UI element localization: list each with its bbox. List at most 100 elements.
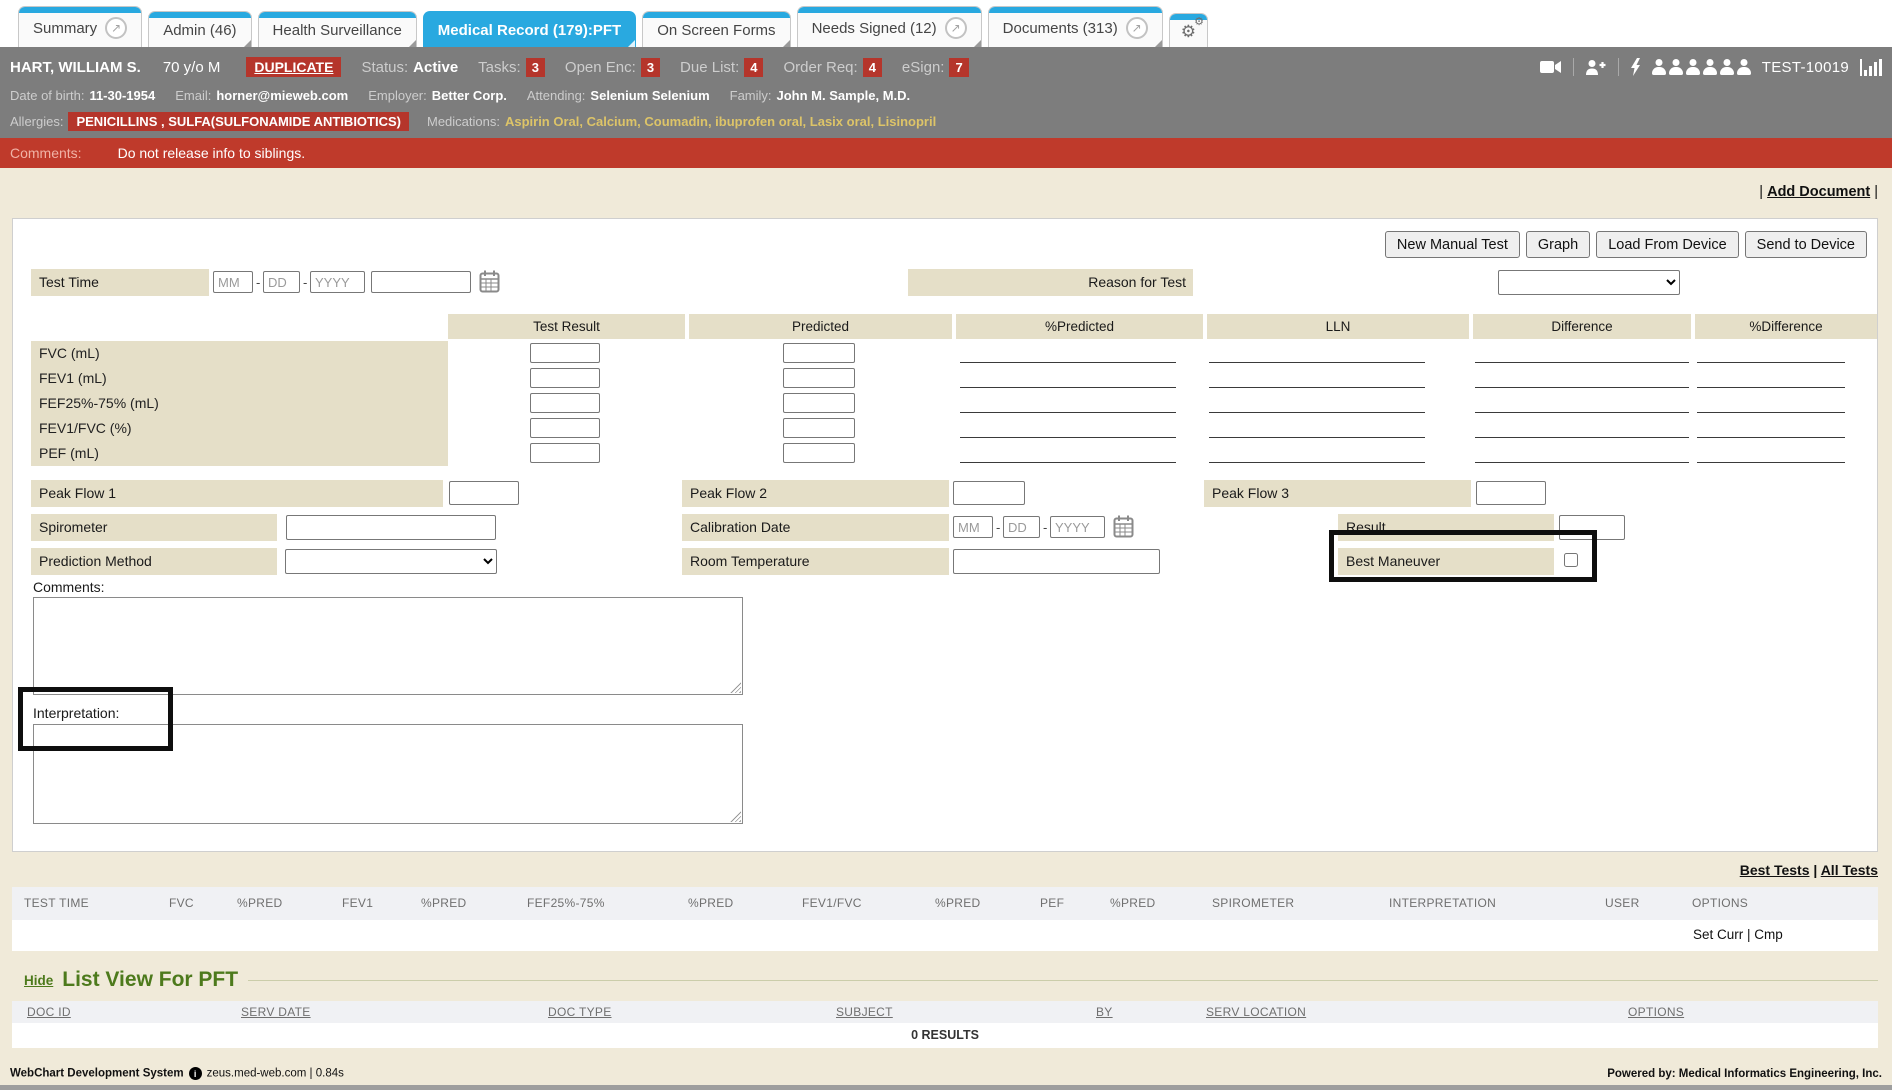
tab-admin[interactable]: Admin (46) bbox=[148, 11, 251, 47]
employer-value: Better Corp. bbox=[432, 88, 507, 103]
row-fvc: FVC (mL) bbox=[13, 341, 1877, 366]
by-header[interactable]: BY bbox=[1096, 1005, 1113, 1019]
tab-needs-signed[interactable]: Needs Signed (12) ↗ bbox=[797, 6, 982, 47]
tab-label: Medical Record (179):PFT bbox=[438, 22, 621, 39]
fev1-predicted-input[interactable] bbox=[783, 368, 855, 388]
calibration-month-input[interactable] bbox=[953, 516, 993, 538]
pef-test-result-input[interactable] bbox=[530, 443, 600, 463]
form-comments-textarea[interactable] bbox=[34, 598, 742, 694]
settings-tab[interactable]: ⚙⚙ bbox=[1169, 13, 1208, 47]
serv-date-header[interactable]: SERV DATE bbox=[241, 1005, 311, 1019]
medications-list[interactable]: Aspirin Oral, Calcium, Coumadin, ibuprof… bbox=[505, 114, 936, 129]
interpretation-textarea[interactable] bbox=[34, 725, 742, 823]
footer-host[interactable]: zeus.med-web.com bbox=[207, 1068, 307, 1080]
results-table-header: TEST TIME FVC %PRED FEV1 %PRED FEF25%-75… bbox=[12, 887, 1878, 920]
patient-header: HART, WILLIAM S. 70 y/o M DUPLICATE Stat… bbox=[0, 47, 1892, 138]
list-view-header: Hide List View For PFT bbox=[24, 968, 1878, 992]
esign-badge[interactable]: 7 bbox=[949, 58, 968, 77]
person-icon bbox=[1652, 59, 1666, 75]
peak-flow-2-input[interactable] bbox=[953, 481, 1025, 505]
send-to-device-button[interactable]: Send to Device bbox=[1745, 231, 1867, 258]
test-time-time-input[interactable] bbox=[371, 271, 471, 293]
family-label: Family: bbox=[730, 88, 772, 103]
form-comments-wrap bbox=[33, 597, 743, 695]
best-tests-link[interactable]: Best Tests bbox=[1740, 862, 1810, 878]
bar-chart-icon[interactable] bbox=[1860, 59, 1882, 76]
spirometer-input[interactable] bbox=[286, 515, 496, 540]
fvc-test-result-input[interactable] bbox=[530, 343, 600, 363]
value-line bbox=[1475, 387, 1689, 388]
tasks-badge[interactable]: 3 bbox=[526, 58, 545, 77]
info-icon[interactable]: i bbox=[189, 1067, 202, 1080]
order-req-badge[interactable]: 4 bbox=[863, 58, 882, 77]
fev1fvc-predicted-input[interactable] bbox=[783, 418, 855, 438]
prediction-method-select[interactable] bbox=[285, 549, 497, 574]
calibration-day-input[interactable] bbox=[1003, 516, 1040, 538]
load-from-device-button[interactable]: Load From Device bbox=[1596, 231, 1738, 258]
fev1-test-result-input[interactable] bbox=[530, 368, 600, 388]
duplicate-badge[interactable]: DUPLICATE bbox=[246, 57, 341, 77]
all-tests-link[interactable]: All Tests bbox=[1821, 862, 1878, 878]
external-link-icon[interactable]: ↗ bbox=[945, 17, 967, 39]
test-time-day-input[interactable] bbox=[263, 271, 300, 293]
peak-flow-2-label: Peak Flow 2 bbox=[682, 480, 949, 507]
subject-header[interactable]: SUBJECT bbox=[836, 1005, 893, 1019]
row-label: PEF (mL) bbox=[31, 441, 448, 466]
peak-flow-1-input[interactable] bbox=[449, 481, 519, 505]
new-manual-test-button[interactable]: New Manual Test bbox=[1385, 231, 1520, 258]
video-camera-icon[interactable] bbox=[1540, 60, 1562, 74]
col-header: %PRED bbox=[237, 896, 283, 910]
pef-predicted-input[interactable] bbox=[783, 443, 855, 463]
add-document-link[interactable]: Add Document bbox=[1767, 184, 1870, 200]
result-input[interactable] bbox=[1559, 515, 1625, 540]
col-header: FEF25%-75% bbox=[527, 896, 605, 910]
add-document-wrap: | Add Document | bbox=[1759, 184, 1878, 200]
external-link-icon[interactable]: ↗ bbox=[1126, 17, 1148, 39]
fev1fvc-test-result-input[interactable] bbox=[530, 418, 600, 438]
calibration-year-input[interactable] bbox=[1050, 516, 1105, 538]
best-maneuver-checkbox[interactable] bbox=[1564, 553, 1578, 567]
fvc-predicted-input[interactable] bbox=[783, 343, 855, 363]
room-temperature-input[interactable] bbox=[953, 549, 1160, 574]
peak-flow-3-input[interactable] bbox=[1476, 481, 1546, 505]
value-line bbox=[960, 412, 1176, 413]
patient-silhouettes-icon[interactable] bbox=[1652, 59, 1751, 75]
fef-predicted-input[interactable] bbox=[783, 393, 855, 413]
status-value: Active bbox=[413, 59, 458, 76]
reason-for-test-select[interactable] bbox=[1498, 270, 1680, 295]
employer-label: Employer: bbox=[368, 88, 427, 103]
interpretation-wrap bbox=[33, 724, 743, 824]
graph-button[interactable]: Graph bbox=[1526, 231, 1590, 258]
col-header: SPIROMETER bbox=[1212, 896, 1294, 910]
hide-link[interactable]: Hide bbox=[24, 973, 53, 988]
set-curr-cmp-links[interactable]: Set Curr | Cmp bbox=[1693, 927, 1783, 942]
main-content: | Add Document | New Manual Test Graph L… bbox=[0, 168, 1892, 1090]
calendar-icon[interactable] bbox=[479, 270, 500, 293]
row-label: FEF25%-75% (mL) bbox=[31, 391, 448, 416]
value-line bbox=[960, 437, 1176, 438]
footer-left: WebChart Development Systemizeus.med-web… bbox=[10, 1067, 344, 1080]
tab-medical-record[interactable]: Medical Record (179):PFT bbox=[423, 11, 636, 47]
external-link-icon[interactable]: ↗ bbox=[105, 17, 127, 39]
doc-id-header[interactable]: DOC ID bbox=[27, 1005, 71, 1019]
calendar-icon[interactable] bbox=[1113, 515, 1134, 538]
tab-summary[interactable]: Summary ↗ bbox=[18, 6, 142, 47]
tab-documents[interactable]: Documents (313) ↗ bbox=[988, 6, 1163, 47]
options-header[interactable]: OPTIONS bbox=[1628, 1005, 1684, 1019]
due-list-badge[interactable]: 4 bbox=[744, 58, 763, 77]
lightning-icon[interactable] bbox=[1630, 58, 1641, 76]
tab-health-surveillance[interactable]: Health Surveillance bbox=[258, 11, 417, 47]
doc-type-header[interactable]: DOC TYPE bbox=[548, 1005, 612, 1019]
tab-on-screen-forms[interactable]: On Screen Forms bbox=[642, 11, 790, 47]
test-time-month-input[interactable] bbox=[213, 271, 253, 293]
col-predicted: Predicted bbox=[689, 314, 952, 339]
empty-results-row: 0 RESULTS bbox=[12, 1023, 1878, 1048]
fef-test-result-input[interactable] bbox=[530, 393, 600, 413]
serv-location-header[interactable]: SERV LOCATION bbox=[1206, 1005, 1306, 1019]
tab-label: Summary bbox=[33, 20, 97, 37]
allergies-badge[interactable]: PENICILLINS , SULFA(SULFONAMIDE ANTIBIOT… bbox=[68, 112, 409, 131]
add-user-icon[interactable] bbox=[1585, 59, 1607, 76]
value-line bbox=[1475, 412, 1689, 413]
test-time-year-input[interactable] bbox=[310, 271, 365, 293]
open-enc-badge[interactable]: 3 bbox=[641, 58, 660, 77]
